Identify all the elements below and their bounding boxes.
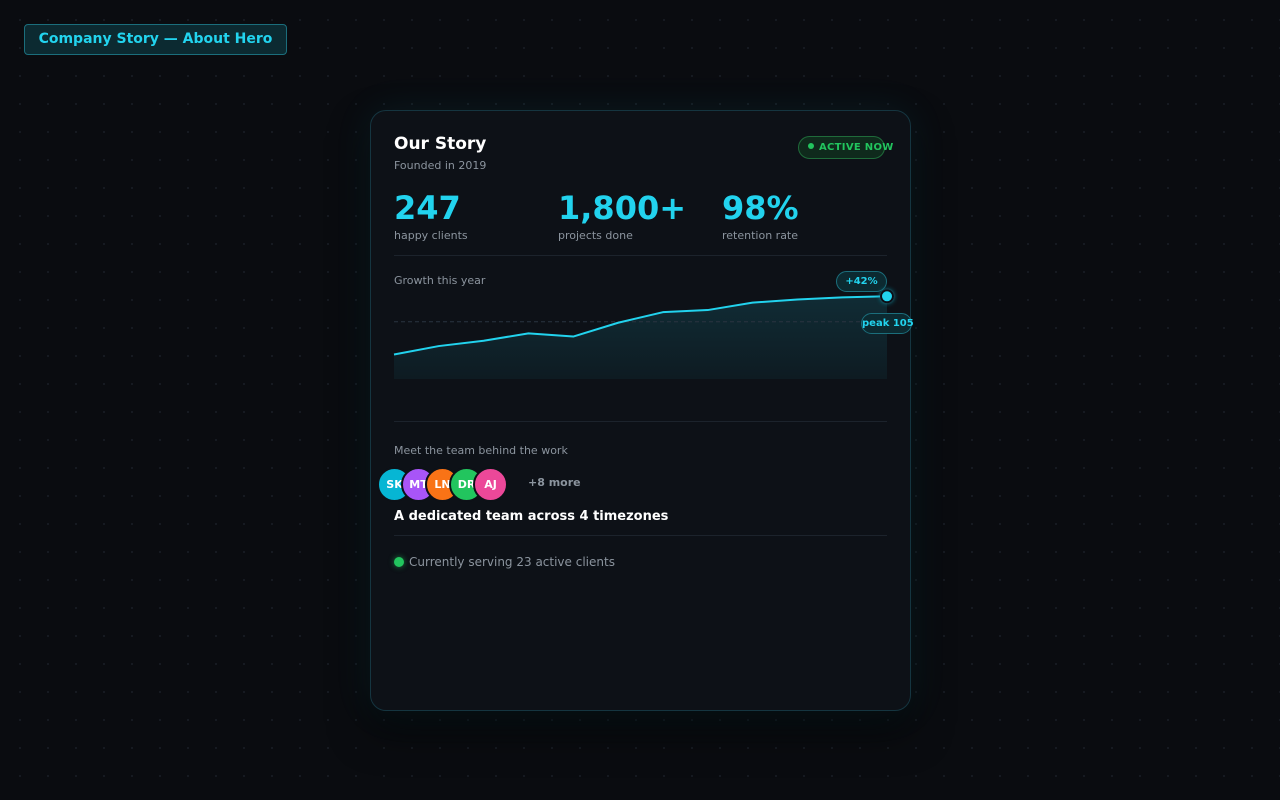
team-label: Meet the team behind the work [394,444,568,457]
peak-point[interactable] [880,289,894,304]
more-team-link[interactable]: +8 more [528,476,581,489]
peak-label: peak 105 [861,313,914,334]
divider [394,535,887,536]
serving-status: Currently serving 23 active clients [394,555,615,569]
team-tagline: A dedicated team across 4 timezones [394,509,669,524]
divider [394,421,887,422]
growth-chart [393,289,894,379]
about-card: Our Story Founded in 2019 ACTIVE NOW 247… [370,110,914,711]
online-dot-icon [394,557,404,567]
serving-text: Currently serving 23 active clients [409,555,615,569]
avatar-aj[interactable]: AJ [473,467,508,502]
page-tag: Company Story — About Hero [24,24,287,55]
growth-area [394,296,887,379]
